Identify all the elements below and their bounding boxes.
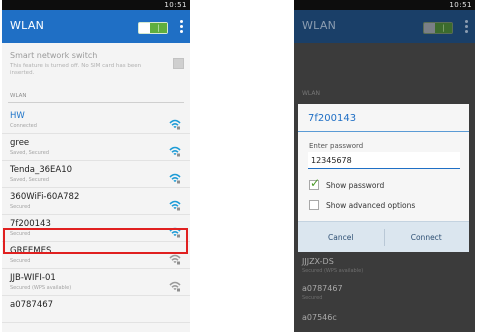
network-row[interactable]: gree Saved, Secured [2,134,190,161]
status-bar: 10:51 [2,0,190,10]
dialog-actions: Cancel Connect [298,221,469,252]
background-network-name: JJJZX-DS [302,257,334,266]
network-name: 7f200143 [10,219,51,229]
wifi-signal-icon [169,142,181,157]
more-options-icon[interactable] [463,20,469,34]
network-status: Secured [10,258,31,264]
network-status: Secured [10,231,31,237]
smart-switch-title: Smart network switch [10,51,98,60]
toggle-knob: | [435,23,452,33]
status-time: 10:51 [449,1,472,9]
network-status: Saved, Secured [10,177,49,183]
screenshot-stage: 10:51 WLAN | Smart network switch This f… [0,0,477,332]
network-row[interactable]: HW Connected [2,107,190,134]
network-name: a0787467 [10,300,54,310]
wifi-signal-icon [169,223,181,238]
checkmark-icon: ✓ [310,176,321,190]
network-status: Connected [10,123,37,129]
advanced-options-checkbox[interactable] [309,200,319,210]
wifi-signal-icon [169,115,181,130]
network-name: Tenda_36EA10 [10,165,73,175]
network-status: Saved, Secured [10,150,49,156]
network-row[interactable]: GREEMES Secured [2,242,190,269]
show-password-checkbox[interactable]: ✓ [309,176,321,190]
wlan-section-label: WLAN [10,93,27,99]
password-input[interactable] [308,152,460,169]
network-name: 360WiFi-60A782 [10,192,80,202]
wlan-list-screen: 10:51 WLAN | Smart network switch This f… [2,0,190,332]
wifi-signal-icon [169,196,181,211]
network-row[interactable]: 360WiFi-60A782 Secured [2,188,190,215]
background-network-status: Secured [302,295,323,301]
background-network-name: a0787467 [302,284,343,293]
network-status: Secured [10,204,31,210]
network-name: gree [10,138,30,148]
app-bar: WLAN | [2,10,190,43]
network-list: HW Connected gree Saved, Secured Tenda_36EA1… [2,107,190,323]
background-network-status: Secured (WPS available) [302,268,364,274]
wifi-signal-icon [169,169,181,184]
status-time: 10:51 [164,1,187,9]
network-row[interactable]: 7f200143 Secured [2,215,190,242]
dialog-title-divider [298,131,469,132]
password-dialog: 7f200143 Enter password ✓ Show password … [298,104,469,252]
network-row[interactable]: a0787467 [2,296,190,323]
section-divider [8,102,184,103]
password-dialog-screen: 10:51 WLAN | WLAN JJJZX-DS Secured (WPS … [294,0,475,332]
network-name: GREEMES [10,246,52,256]
smart-switch-description: This feature is turned off. No SIM card … [10,63,142,76]
toggle-knob: | [150,23,167,33]
app-bar: WLAN | [294,10,475,43]
network-row[interactable]: JJB-WIFI-01 Secured (WPS available) [2,269,190,296]
wlan-toggle[interactable]: | [423,22,453,34]
network-row[interactable]: Tenda_36EA10 Saved, Secured [2,161,190,188]
app-title: WLAN [302,19,337,32]
smart-switch-checkbox[interactable] [173,58,184,69]
background-section-label: WLAN [302,90,321,97]
dialog-title: 7f200143 [308,113,357,124]
background-network-name: a07546c [302,313,337,322]
cancel-button[interactable]: Cancel [298,222,384,253]
advanced-options-label[interactable]: Show advanced options [326,201,415,210]
smart-network-switch-row[interactable]: Smart network switch This feature is tur… [2,43,190,89]
password-label: Enter password [309,142,364,150]
connect-button[interactable]: Connect [384,222,470,253]
status-bar: 10:51 [294,0,475,10]
wlan-toggle[interactable]: | [138,22,168,34]
network-name: HW [10,111,25,121]
network-name: JJB-WIFI-01 [10,273,56,283]
more-options-icon[interactable] [178,20,184,34]
app-title: WLAN [10,19,45,32]
wifi-signal-icon [169,250,181,265]
show-password-label[interactable]: Show password [326,181,384,190]
network-status: Secured (WPS available) [10,285,72,291]
wifi-signal-icon [169,277,181,292]
